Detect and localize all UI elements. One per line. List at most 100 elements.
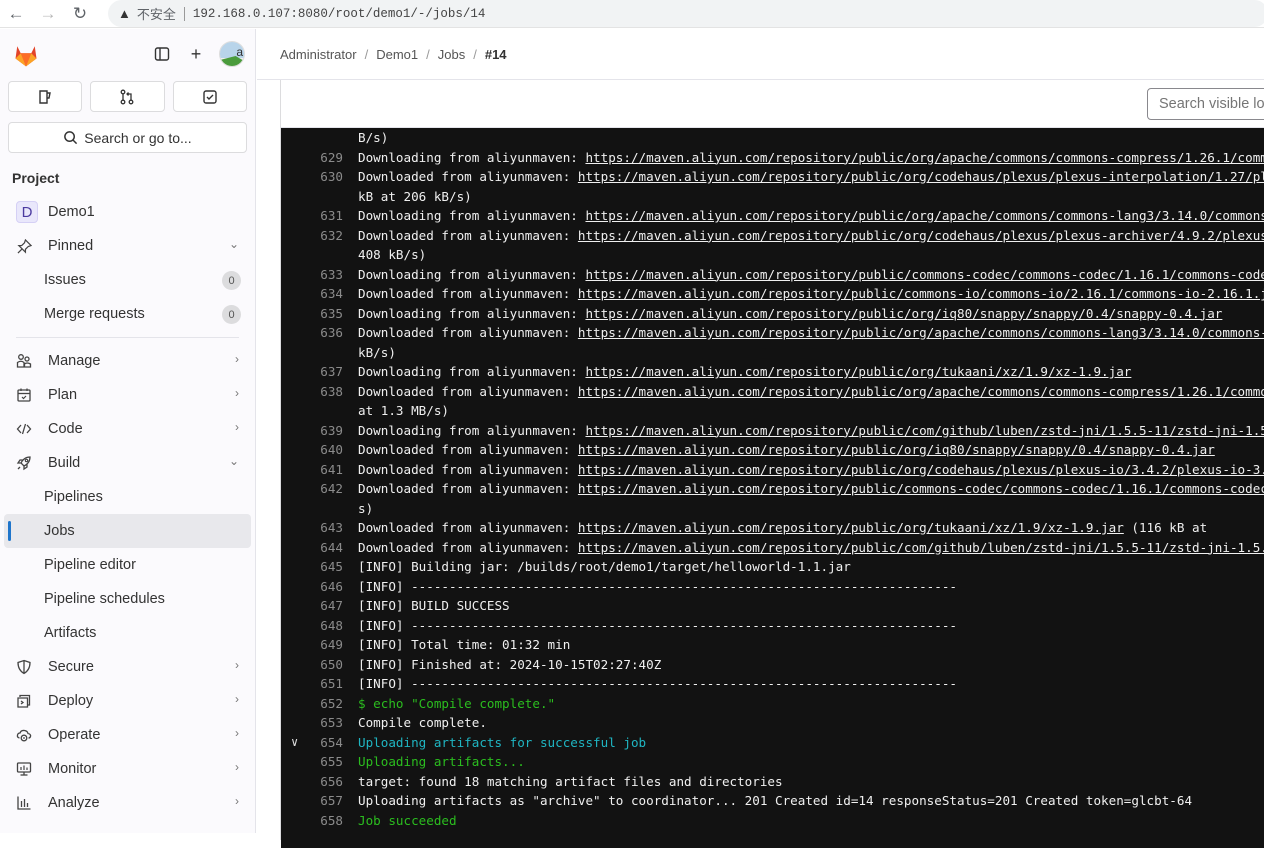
log-line: 656 target: found 18 matching artifact fi… xyxy=(281,772,1264,792)
log-link[interactable]: https://maven.aliyun.com/repository/publ… xyxy=(585,267,1264,282)
back-button[interactable]: ← xyxy=(0,0,32,28)
sidebar-item-pipelines[interactable]: Pipelines xyxy=(4,480,251,514)
line-number[interactable]: 631 xyxy=(309,206,343,226)
todos-button[interactable] xyxy=(172,81,247,112)
breadcrumb-separator: / xyxy=(473,46,477,62)
line-number[interactable]: 632 xyxy=(309,226,343,246)
forward-button[interactable]: → xyxy=(32,0,64,28)
line-number[interactable]: 636 xyxy=(309,323,343,343)
log-link[interactable]: https://maven.aliyun.com/repository/publ… xyxy=(578,169,1264,184)
chevron-right-icon: › xyxy=(235,658,239,672)
line-number[interactable]: 658 xyxy=(309,811,343,831)
log-link[interactable]: https://maven.aliyun.com/repository/publ… xyxy=(585,423,1264,438)
sidebar-item-pipeline-schedules[interactable]: Pipeline schedules xyxy=(4,582,251,616)
line-number[interactable]: 641 xyxy=(309,460,343,480)
sidebar-item-secure[interactable]: Secure › xyxy=(4,650,251,684)
line-number[interactable]: 645 xyxy=(309,557,343,577)
line-number[interactable]: 637 xyxy=(309,362,343,382)
sidebar-item-pipeline-editor[interactable]: Pipeline editor xyxy=(4,548,251,582)
monitor-icon xyxy=(16,761,32,777)
sidebar-item-build[interactable]: Build ⌄ xyxy=(4,446,251,480)
log-text: Downloading from aliyunmaven: xyxy=(358,364,586,379)
line-number[interactable]: 657 xyxy=(309,791,343,811)
sidebar-item-code[interactable]: Code › xyxy=(4,412,251,446)
line-number[interactable]: 643 xyxy=(309,518,343,538)
sidebar-item-artifacts[interactable]: Artifacts xyxy=(4,616,251,650)
log-link[interactable]: https://maven.aliyun.com/repository/publ… xyxy=(585,306,1222,321)
log-link[interactable]: https://maven.aliyun.com/repository/publ… xyxy=(578,481,1264,496)
line-number[interactable]: 640 xyxy=(309,440,343,460)
log-text: Downloaded from aliyunmaven: xyxy=(358,539,578,555)
line-number[interactable]: 635 xyxy=(309,304,343,324)
search-button[interactable]: Search or go to... xyxy=(8,122,247,153)
merge-requests-button[interactable] xyxy=(90,81,165,112)
line-number[interactable]: 647 xyxy=(309,596,343,616)
avatar[interactable]: a xyxy=(219,41,245,67)
log-text: Downloading from aliyunmaven: xyxy=(358,305,586,321)
log-text: $ echo "Compile complete." xyxy=(358,695,556,711)
line-number[interactable]: 638 xyxy=(309,382,343,402)
line-number[interactable]: 642 xyxy=(309,479,343,499)
log-link[interactable]: https://maven.aliyun.com/repository/publ… xyxy=(578,520,1124,535)
sidebar-item-merge-requests[interactable]: Merge requests 0 xyxy=(4,297,251,331)
line-number[interactable]: 656 xyxy=(309,772,343,792)
log-line: 655 Uploading artifacts... xyxy=(281,752,1264,772)
line-number[interactable]: 649 xyxy=(309,635,343,655)
sidebar-item-manage[interactable]: Manage › xyxy=(4,344,251,378)
log-link[interactable]: https://maven.aliyun.com/repository/publ… xyxy=(578,228,1264,243)
sidebar-item-jobs[interactable]: Jobs xyxy=(4,514,251,548)
breadcrumb-current[interactable]: #14 xyxy=(485,47,507,62)
sidebar-item-project[interactable]: D Demo1 xyxy=(4,195,251,229)
log-link[interactable]: https://maven.aliyun.com/repository/publ… xyxy=(578,286,1264,301)
sidebar-toggle-icon[interactable] xyxy=(151,43,173,65)
log-line: 651 [INFO] ------------------------------… xyxy=(281,674,1264,694)
log-link[interactable]: https://maven.aliyun.com/repository/publ… xyxy=(578,442,1215,457)
line-number[interactable]: 651 xyxy=(309,674,343,694)
sidebar-item-monitor[interactable]: Monitor › xyxy=(4,752,251,786)
sidebar-item-deploy[interactable]: Deploy › xyxy=(4,684,251,718)
log-search-input[interactable] xyxy=(1147,88,1264,120)
log-link[interactable]: https://maven.aliyun.com/repository/publ… xyxy=(578,325,1264,340)
line-number[interactable]: 654 xyxy=(309,733,343,753)
gitlab-logo-icon[interactable] xyxy=(12,41,40,69)
sidebar-item-plan[interactable]: Plan › xyxy=(4,378,251,412)
line-number[interactable]: 630 xyxy=(309,167,343,187)
log-line-continuation: 408 kB/s) xyxy=(281,245,1264,265)
log-line: 638 Downloaded from aliyunmaven: https://… xyxy=(281,382,1264,402)
line-number[interactable]: 644 xyxy=(309,538,343,558)
log-line: 629 Downloading from aliyunmaven: https:/… xyxy=(281,148,1264,168)
log-link[interactable]: https://maven.aliyun.com/repository/publ… xyxy=(578,540,1264,555)
sidebar-item-pinned[interactable]: Pinned ⌄ xyxy=(4,229,251,263)
log-line: 632 Downloaded from aliyunmaven: https://… xyxy=(281,226,1264,246)
address-bar[interactable]: ▲ 不安全 192.168.0.107:8080/root/demo1/-/jo… xyxy=(108,0,1264,27)
line-number[interactable]: 629 xyxy=(309,148,343,168)
log-text: 408 kB/s) xyxy=(358,247,427,262)
sidebar-item-operate[interactable]: Operate › xyxy=(4,718,251,752)
line-number[interactable]: 655 xyxy=(309,752,343,772)
log-line: 640 Downloaded from aliyunmaven: https://… xyxy=(281,440,1264,460)
log-text: Downloading from aliyunmaven: xyxy=(358,149,586,165)
line-number[interactable]: 639 xyxy=(309,421,343,441)
breadcrumb-demo1[interactable]: Demo1 xyxy=(376,47,418,62)
issues-button[interactable] xyxy=(8,81,83,112)
log-link[interactable]: https://maven.aliyun.com/repository/publ… xyxy=(585,150,1264,165)
log-link[interactable]: https://maven.aliyun.com/repository/publ… xyxy=(578,462,1264,477)
breadcrumb-administrator[interactable]: Administrator xyxy=(280,47,357,62)
line-number[interactable]: 650 xyxy=(309,655,343,675)
log-text: Compile complete. xyxy=(358,715,487,730)
line-number[interactable]: 646 xyxy=(309,577,343,597)
plus-icon[interactable]: + xyxy=(185,43,207,65)
log-link[interactable]: https://maven.aliyun.com/repository/publ… xyxy=(578,384,1264,399)
line-number[interactable]: 633 xyxy=(309,265,343,285)
log-link[interactable]: https://maven.aliyun.com/repository/publ… xyxy=(585,364,1131,379)
log-link[interactable]: https://maven.aliyun.com/repository/publ… xyxy=(585,208,1264,223)
breadcrumb-jobs[interactable]: Jobs xyxy=(438,47,465,62)
line-number[interactable]: 634 xyxy=(309,284,343,304)
collapse-section-icon[interactable]: ∨ xyxy=(291,733,298,753)
line-number[interactable]: 653 xyxy=(309,713,343,733)
sidebar-item-issues[interactable]: Issues 0 xyxy=(4,263,251,297)
line-number[interactable]: 652 xyxy=(309,694,343,714)
reload-button[interactable]: ↻ xyxy=(64,0,96,28)
sidebar-item-analyze[interactable]: Analyze › xyxy=(4,786,251,820)
line-number[interactable]: 648 xyxy=(309,616,343,636)
